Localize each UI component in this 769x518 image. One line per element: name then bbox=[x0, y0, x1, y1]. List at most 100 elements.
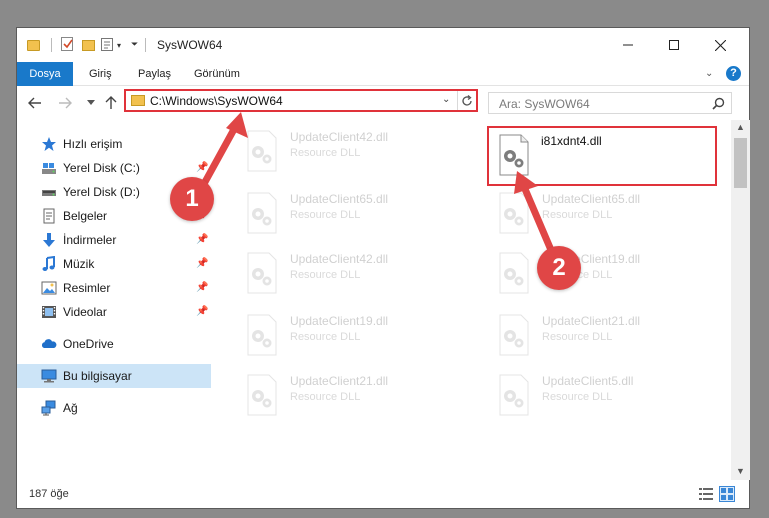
folder-icon[interactable] bbox=[27, 40, 40, 51]
sidebar-item-label: Bu bilgisayar bbox=[63, 369, 132, 383]
file-item[interactable]: UpdateClient65.dll Resource DLL bbox=[487, 188, 707, 238]
explorer-window: ▾ ⏷ SysWOW64 Dosya Giriş Paylaş Görünüm … bbox=[16, 27, 750, 509]
file-item[interactable]: UpdateClient42.dll Resource DLL bbox=[235, 126, 455, 176]
window-title: SysWOW64 bbox=[157, 38, 223, 52]
file-type: Resource DLL bbox=[290, 269, 361, 281]
drive-icon bbox=[42, 163, 56, 174]
forward-button[interactable] bbox=[55, 93, 75, 113]
videos-icon bbox=[42, 306, 56, 318]
dll-file-icon bbox=[247, 374, 277, 416]
file-list: UpdateClient42.dll Resource DLL UpdateCl… bbox=[231, 120, 731, 480]
file-item[interactable]: UpdateClient5.dll Resource DLL bbox=[487, 370, 707, 420]
expand-ribbon-icon[interactable]: ⌄ bbox=[705, 68, 713, 79]
pin-icon[interactable]: 📌 bbox=[196, 162, 208, 173]
file-item[interactable]: UpdateClient65.dll Resource DLL bbox=[235, 188, 455, 238]
search-box[interactable]: Ara: SysWOW64 bbox=[488, 92, 732, 114]
properties-icon[interactable] bbox=[101, 38, 113, 51]
sidebar-item-quick-access[interactable]: Hızlı erişim bbox=[17, 132, 211, 156]
pin-icon[interactable]: 📌 bbox=[196, 234, 208, 245]
file-type: Resource DLL bbox=[542, 331, 613, 343]
sidebar-item-onedrive[interactable]: OneDrive bbox=[17, 332, 211, 356]
back-button[interactable] bbox=[25, 93, 45, 113]
close-button[interactable] bbox=[697, 28, 743, 62]
chevron-down-icon[interactable]: ▾ bbox=[117, 41, 121, 57]
separator bbox=[145, 38, 146, 52]
separator bbox=[51, 38, 52, 52]
address-bar[interactable]: C:\Windows\SysWOW64 ⌄ bbox=[124, 89, 478, 112]
vertical-scrollbar[interactable]: ▲ ▼ bbox=[731, 120, 750, 480]
sidebar-item-label: Müzik bbox=[63, 257, 95, 271]
sidebar-item-network[interactable]: Ağ bbox=[17, 396, 211, 420]
file-item[interactable]: UpdateClient19.dll Resource DLL bbox=[235, 310, 455, 360]
search-input[interactable]: Ara: SysWOW64 bbox=[499, 97, 590, 111]
details-view-icon[interactable] bbox=[699, 488, 713, 500]
dll-file-icon bbox=[247, 130, 277, 172]
tab-share[interactable]: Paylaş bbox=[138, 62, 171, 86]
file-name: UpdateClient65.dll bbox=[542, 192, 641, 206]
sidebar-item-label: Videolar bbox=[63, 305, 107, 319]
scroll-thumb[interactable] bbox=[734, 138, 747, 188]
sidebar-item-videos[interactable]: Videolar 📌 bbox=[17, 300, 211, 324]
scroll-down-icon[interactable]: ▼ bbox=[736, 466, 745, 476]
scroll-up-icon[interactable]: ▲ bbox=[736, 122, 745, 132]
file-item-selected[interactable]: i81xdnt4.dll bbox=[487, 126, 717, 186]
item-count: 187 öğe bbox=[29, 488, 69, 500]
file-item[interactable]: UpdateClient21.dll Resource DLL bbox=[235, 370, 455, 420]
network-icon bbox=[41, 400, 56, 416]
navigation-pane: Hızlı erişim Yerel Disk (C:) 📌 Yerel Dis… bbox=[17, 120, 211, 480]
file-name: UpdateClient65.dll bbox=[290, 192, 389, 206]
file-type: Resource DLL bbox=[290, 147, 361, 159]
dll-file-icon bbox=[499, 192, 529, 234]
sidebar-item-this-pc[interactable]: Bu bilgisayar bbox=[17, 364, 211, 388]
sidebar-item-label: Hızlı erişim bbox=[63, 137, 123, 151]
properties-check-icon[interactable] bbox=[61, 37, 73, 51]
tab-file[interactable]: Dosya bbox=[17, 62, 73, 86]
file-name: UpdateClient21.dll bbox=[290, 374, 389, 388]
callout-badge-2: 2 bbox=[537, 246, 581, 290]
dll-file-icon bbox=[247, 252, 277, 294]
sidebar-item-downloads[interactable]: İndirmeler 📌 bbox=[17, 228, 211, 252]
file-type: Resource DLL bbox=[542, 209, 613, 221]
cloud-icon bbox=[41, 339, 57, 348]
refresh-button[interactable] bbox=[457, 91, 476, 110]
download-icon bbox=[43, 233, 55, 247]
sidebar-item-music[interactable]: Müzik 📌 bbox=[17, 252, 211, 276]
file-item[interactable]: UpdateClient42.dll Resource DLL bbox=[235, 248, 455, 298]
customize-toolbar-icon[interactable]: ⏷ bbox=[131, 39, 138, 55]
maximize-button[interactable] bbox=[651, 28, 697, 62]
sidebar-item-pictures[interactable]: Resimler 📌 bbox=[17, 276, 211, 300]
file-item[interactable]: UpdateClient19.dll Resource DLL bbox=[487, 248, 707, 298]
sidebar-item-local-disk-c[interactable]: Yerel Disk (C:) 📌 bbox=[17, 156, 211, 180]
minimize-button[interactable] bbox=[605, 28, 651, 62]
recent-locations-icon[interactable] bbox=[81, 93, 101, 113]
computer-icon bbox=[41, 369, 57, 383]
pictures-icon bbox=[41, 281, 57, 295]
address-path[interactable]: C:\Windows\SysWOW64 bbox=[150, 94, 283, 108]
new-folder-icon[interactable] bbox=[82, 40, 95, 51]
pin-icon[interactable]: 📌 bbox=[196, 306, 208, 317]
sidebar-item-label: Ağ bbox=[63, 401, 78, 415]
file-type: Resource DLL bbox=[290, 331, 361, 343]
folder-icon bbox=[131, 95, 145, 106]
tiles-view-icon[interactable] bbox=[719, 486, 735, 502]
pin-icon[interactable]: 📌 bbox=[196, 258, 208, 269]
search-icon[interactable] bbox=[712, 97, 725, 113]
star-icon bbox=[42, 137, 56, 151]
navigation-bar: C:\Windows\SysWOW64 ⌄ Ara: SysWOW64 bbox=[17, 86, 749, 120]
file-type: Resource DLL bbox=[542, 391, 613, 403]
dll-file-icon bbox=[499, 252, 529, 294]
tab-view[interactable]: Görünüm bbox=[194, 62, 240, 86]
file-item[interactable]: UpdateClient21.dll Resource DLL bbox=[487, 310, 707, 360]
sidebar-item-label: OneDrive bbox=[63, 337, 114, 351]
ribbon-tabs: Dosya Giriş Paylaş Görünüm ⌄ ? bbox=[17, 62, 749, 86]
pin-icon[interactable]: 📌 bbox=[196, 282, 208, 293]
music-icon bbox=[42, 256, 55, 271]
file-name: UpdateClient5.dll bbox=[542, 374, 634, 388]
address-history-icon[interactable]: ⌄ bbox=[442, 94, 450, 105]
up-button[interactable] bbox=[101, 93, 121, 113]
dll-file-icon bbox=[247, 192, 277, 234]
tab-home[interactable]: Giriş bbox=[89, 62, 112, 86]
sidebar-item-label: Yerel Disk (C:) bbox=[63, 161, 140, 175]
help-icon[interactable]: ? bbox=[726, 66, 741, 81]
status-bar: 187 öğe bbox=[17, 480, 749, 508]
